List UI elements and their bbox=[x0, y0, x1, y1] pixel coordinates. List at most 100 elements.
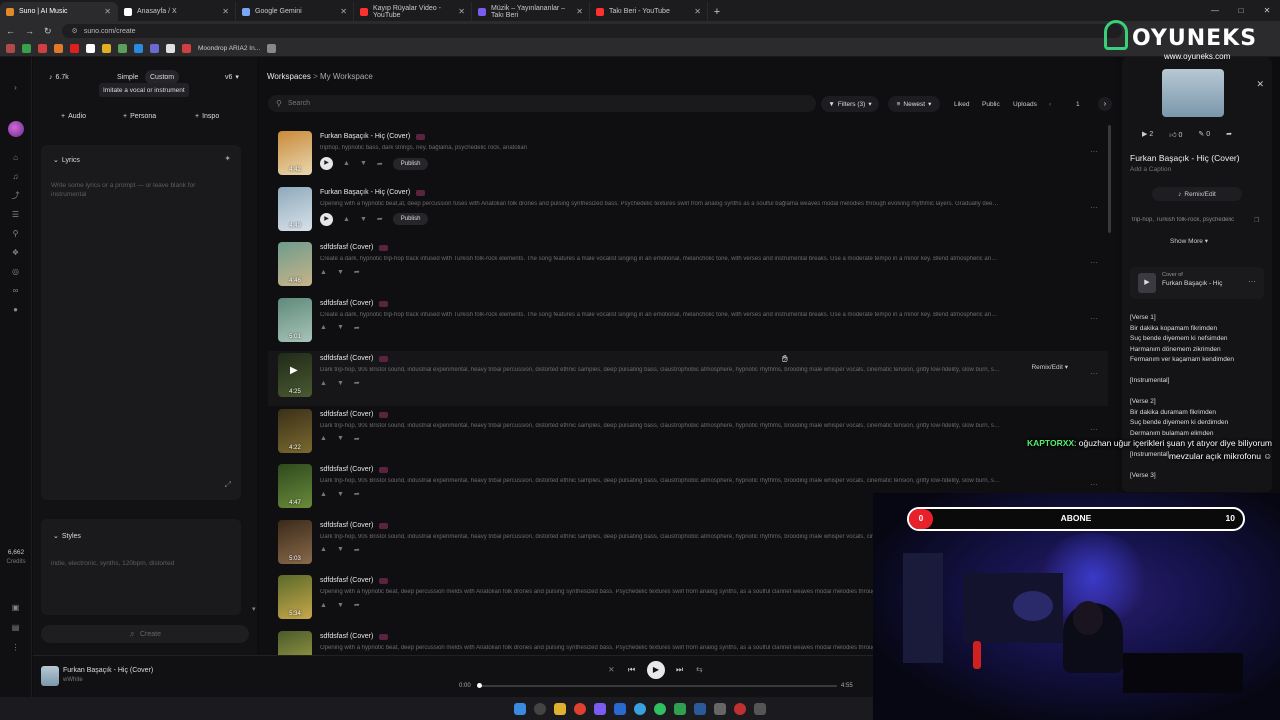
thumbs-up-icon[interactable]: ▲ bbox=[320, 324, 327, 331]
liked-toggle[interactable]: Liked bbox=[954, 101, 970, 108]
remix-edit-button[interactable]: Remix/Edit ▾ bbox=[1031, 363, 1068, 371]
song-cover-art[interactable]: 4:42 bbox=[278, 131, 312, 175]
song-title[interactable]: sdfdsfasf (Cover) bbox=[320, 244, 389, 251]
browser-tab[interactable]: Kayıp Rüyalar Video - YouTube ✕ bbox=[354, 2, 472, 21]
mode-custom-tab[interactable]: Custom bbox=[145, 70, 180, 84]
filters-button[interactable]: ▼ Filters (3) ▾ bbox=[821, 96, 879, 112]
thumbs-down-icon[interactable]: ▼ bbox=[337, 380, 344, 387]
close-tab-icon[interactable]: ✕ bbox=[576, 7, 583, 16]
song-row[interactable]: 5:01 sdfdsfasf (Cover) Create a dark, hyp… bbox=[268, 296, 1108, 351]
bookmark-icon[interactable] bbox=[86, 44, 95, 53]
next-icon[interactable]: ⏭︎ bbox=[676, 665, 683, 675]
song-title[interactable]: sdfdsfasf (Cover) bbox=[320, 355, 389, 362]
more-icon[interactable]: ⋯ bbox=[1090, 314, 1098, 323]
bookmark-icon[interactable] bbox=[22, 44, 31, 53]
thumbs-up-icon[interactable]: ▲ bbox=[320, 602, 327, 609]
audio-button[interactable]: + Audio bbox=[61, 109, 86, 123]
caption-input[interactable]: Add a Caption bbox=[1130, 166, 1171, 173]
mode-simple-tab[interactable]: Simple bbox=[117, 70, 138, 84]
share-icon[interactable]: ➦ bbox=[354, 601, 360, 609]
thumbs-down-icon[interactable]: ▼ bbox=[337, 435, 344, 442]
styles-input[interactable]: indie, electronic, synths, 120bpm, disto… bbox=[51, 559, 174, 568]
browser-tab[interactable]: Anasayfa / X ✕ bbox=[118, 2, 236, 21]
browser-tab[interactable]: Takı Beri - YouTube ✕ bbox=[590, 2, 708, 21]
publish-button[interactable]: Publish bbox=[392, 157, 429, 170]
thumbs-up-icon[interactable]: ▲ bbox=[343, 216, 350, 223]
bookmark-icon[interactable] bbox=[54, 44, 63, 53]
cover-of-card[interactable]: ▶ Cover of Furkan Başaçık - Hiç ⋯ bbox=[1130, 267, 1264, 299]
publish-button[interactable]: Publish bbox=[392, 213, 429, 225]
uploads-toggle[interactable]: Uploads bbox=[1013, 101, 1037, 108]
share-icon[interactable]: ➦ bbox=[354, 324, 360, 332]
thumbs-down-icon[interactable]: ▼ bbox=[337, 546, 344, 553]
url-field[interactable]: ⚙ suno.com/create bbox=[61, 24, 1122, 38]
show-more-button[interactable]: Show More ▾ bbox=[1170, 237, 1208, 245]
version-select[interactable]: v6 ▾ bbox=[225, 70, 239, 84]
reload-icon[interactable]: ↻ bbox=[44, 26, 52, 37]
new-tab-button[interactable]: + bbox=[708, 2, 726, 21]
more-icon[interactable]: ⋯ bbox=[1090, 480, 1098, 489]
song-title[interactable]: sdfdsfasf (Cover) bbox=[320, 633, 389, 640]
site-info-icon[interactable]: ⚙ bbox=[72, 27, 78, 35]
scroll-down-icon[interactable]: ▾ bbox=[252, 605, 256, 613]
next-page-icon[interactable]: › bbox=[1098, 97, 1112, 111]
magic-wand-icon[interactable]: ✦ bbox=[224, 154, 231, 163]
more-icon[interactable]: ⋯ bbox=[1090, 203, 1098, 212]
radio-icon[interactable]: ◎ bbox=[11, 267, 20, 276]
apps-icon[interactable] bbox=[6, 44, 15, 53]
close-tab-icon[interactable]: ✕ bbox=[104, 7, 111, 16]
thumbs-down-icon[interactable]: ▼ bbox=[360, 160, 367, 167]
song-title[interactable]: Furkan Başaçık - Hiç (Cover) bbox=[320, 189, 426, 196]
share-icon[interactable]: ➦ bbox=[354, 490, 360, 498]
song-cover-art[interactable]: 5:34 bbox=[278, 575, 312, 619]
public-toggle[interactable]: Public bbox=[982, 101, 1000, 108]
home-icon[interactable]: ⌂ bbox=[11, 153, 20, 162]
share-icon[interactable]: ➦ bbox=[354, 435, 360, 443]
styles-toggle[interactable]: ⌄ Styles bbox=[53, 529, 81, 543]
close-tab-icon[interactable]: ✕ bbox=[222, 7, 229, 16]
app-icon[interactable] bbox=[674, 702, 686, 715]
bookmark-icon[interactable] bbox=[182, 44, 191, 53]
steam-icon[interactable] bbox=[694, 702, 706, 715]
close-tab-icon[interactable]: ✕ bbox=[458, 7, 465, 16]
gift-icon[interactable]: ▣ bbox=[11, 603, 20, 612]
library-icon[interactable]: ☰ bbox=[11, 210, 20, 219]
thumbs-up-icon[interactable]: ▲ bbox=[320, 491, 327, 498]
app-icon[interactable] bbox=[614, 702, 626, 715]
lyrics-input[interactable]: Write some lyrics or a prompt — or leave… bbox=[51, 181, 211, 199]
sort-button[interactable]: ≡ Newest ▾ bbox=[888, 96, 940, 112]
comments-stat[interactable]: ✎ 0 bbox=[1198, 130, 1210, 139]
play-icon[interactable]: ▶ bbox=[1138, 273, 1156, 293]
chrome-icon[interactable] bbox=[574, 702, 586, 715]
app-icon[interactable] bbox=[734, 702, 746, 715]
song-title[interactable]: Furkan Başaçık - Hiç (Cover) bbox=[320, 133, 426, 140]
thumbs-down-icon[interactable]: ▼ bbox=[337, 491, 344, 498]
breadcrumb-workspaces[interactable]: Workspaces bbox=[267, 72, 311, 81]
song-row[interactable]: 4:49 Furkan Başaçık - Hiç (Cover) Opening… bbox=[268, 185, 1108, 240]
play-pause-button[interactable]: ▶ bbox=[647, 661, 665, 679]
play-icon[interactable]: ▶ bbox=[320, 212, 333, 226]
share-icon[interactable]: ➦ bbox=[354, 268, 360, 276]
song-row[interactable]: 4:46 sdfdsfasf (Cover) Create a dark, hyp… bbox=[268, 240, 1108, 295]
app-icon[interactable] bbox=[714, 702, 726, 715]
likes-stat[interactable]: 👍︎ 0 bbox=[1169, 130, 1182, 139]
more-icon[interactable]: ⋯ bbox=[1090, 425, 1098, 434]
song-cover-art[interactable]: 5:03 bbox=[278, 519, 312, 564]
song-cover-art[interactable]: 4:22 bbox=[278, 408, 312, 453]
song-cover-art[interactable]: 4:49 bbox=[278, 186, 312, 231]
back-icon[interactable]: ← bbox=[6, 26, 15, 36]
bookmark-icon[interactable] bbox=[134, 44, 143, 53]
bookmark-icon[interactable] bbox=[150, 44, 159, 53]
browser-tab[interactable]: Suno | AI Music ✕ bbox=[0, 2, 118, 21]
bookmark-icon[interactable] bbox=[102, 44, 111, 53]
repeat-icon[interactable]: ⇆ bbox=[696, 665, 703, 674]
song-title[interactable]: sdfdsfasf (Cover) bbox=[320, 411, 389, 418]
expand-icon[interactable]: › bbox=[11, 83, 20, 92]
thumbs-up-icon[interactable]: ▲ bbox=[320, 435, 327, 442]
create-icon[interactable]: ♫ bbox=[11, 172, 20, 181]
app-icon[interactable] bbox=[754, 702, 766, 715]
explore-icon[interactable]: ❖ bbox=[11, 248, 20, 257]
bookmark-icon[interactable] bbox=[166, 44, 175, 53]
search-input[interactable]: ⚲ Search bbox=[268, 95, 816, 112]
song-cover-art[interactable]: 4:47 bbox=[278, 464, 312, 508]
